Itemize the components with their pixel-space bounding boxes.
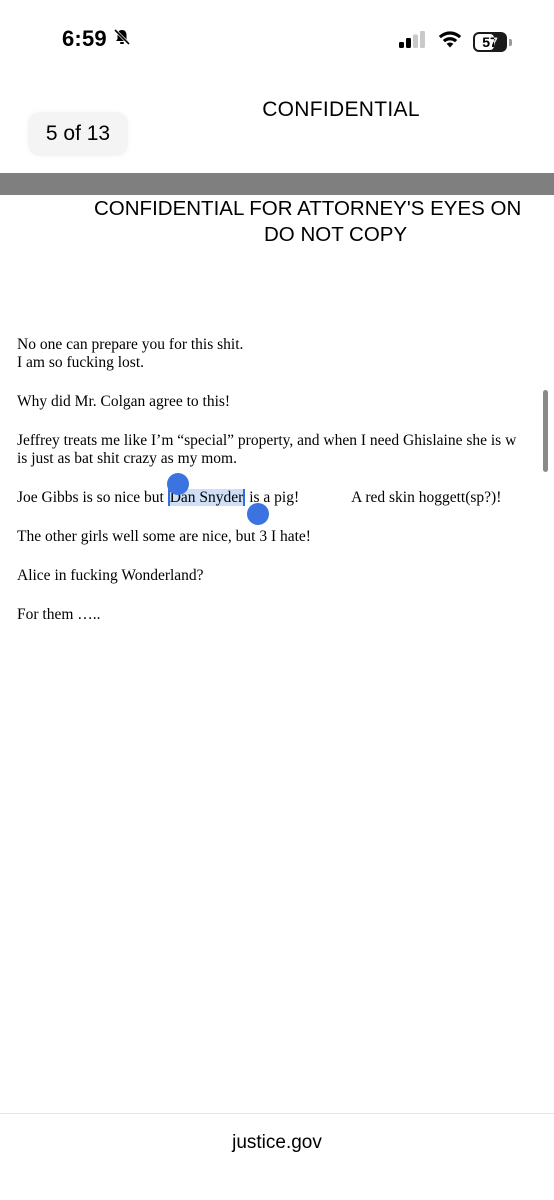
- paragraph-3-line-2: is just as bat shit crazy as my mom.: [17, 450, 237, 467]
- paragraph-6: Alice in fucking Wonderland?: [17, 567, 554, 585]
- battery-percent: 57: [482, 34, 498, 50]
- selection-end-handle[interactable]: [247, 503, 269, 525]
- status-time: 6:59: [62, 26, 131, 52]
- cellular-signal-icon: [399, 30, 427, 54]
- paragraph-7: For them …..: [17, 606, 554, 624]
- paragraph-2: Why did Mr. Colgan agree to this!: [17, 393, 554, 411]
- wifi-icon: [437, 30, 463, 54]
- battery-icon: 57: [473, 32, 507, 52]
- paragraph-1: No one can prepare you for this shit. I …: [17, 336, 554, 372]
- paragraph-1-line-1: No one can prepare you for this shit.: [17, 336, 244, 353]
- paragraph-7-text: For them …..: [17, 606, 101, 623]
- banner-line-1: CONFIDENTIAL FOR ATTORNEY'S EYES ON: [94, 197, 522, 220]
- scroll-indicator[interactable]: [543, 390, 548, 472]
- paragraph-3-line-1: Jeffrey treats me like I’m “special” pro…: [17, 432, 517, 449]
- paragraph-4-before: Joe Gibbs is so nice but: [17, 489, 168, 506]
- selection-start-handle[interactable]: [167, 473, 189, 495]
- paragraph-2-text: Why did Mr. Colgan agree to this!: [17, 393, 231, 410]
- address-bar[interactable]: justice.gov: [0, 1113, 554, 1200]
- status-icons: 57: [399, 30, 512, 54]
- bell-slash-icon: [113, 26, 131, 52]
- page-separator: [0, 173, 554, 195]
- paragraph-5-text: The other girls well some are nice, but …: [17, 528, 311, 545]
- paragraph-5: The other girls well some are nice, but …: [17, 528, 554, 546]
- battery-nub: [509, 38, 512, 46]
- page-indicator[interactable]: 5 of 13: [28, 112, 128, 156]
- paragraph-4: Joe Gibbs is so nice but Dan Snyder is a…: [17, 489, 554, 507]
- clock: 6:59: [62, 26, 107, 51]
- paragraph-1-line-2: I am so fucking lost.: [17, 354, 144, 371]
- paragraph-6-text: Alice in fucking Wonderland?: [17, 567, 204, 584]
- paragraph-3: Jeffrey treats me like I’m “special” pro…: [17, 432, 554, 468]
- paragraph-4-tail: A red skin hoggett(sp?)!: [351, 489, 502, 506]
- url-text[interactable]: justice.gov: [0, 1132, 554, 1154]
- banner-line-2: DO NOT COPY: [264, 223, 408, 246]
- document-body[interactable]: No one can prepare you for this shit. I …: [17, 336, 554, 645]
- confidential-banner: CONFIDENTIAL FOR ATTORNEY'S EYES ON DO N…: [94, 196, 554, 248]
